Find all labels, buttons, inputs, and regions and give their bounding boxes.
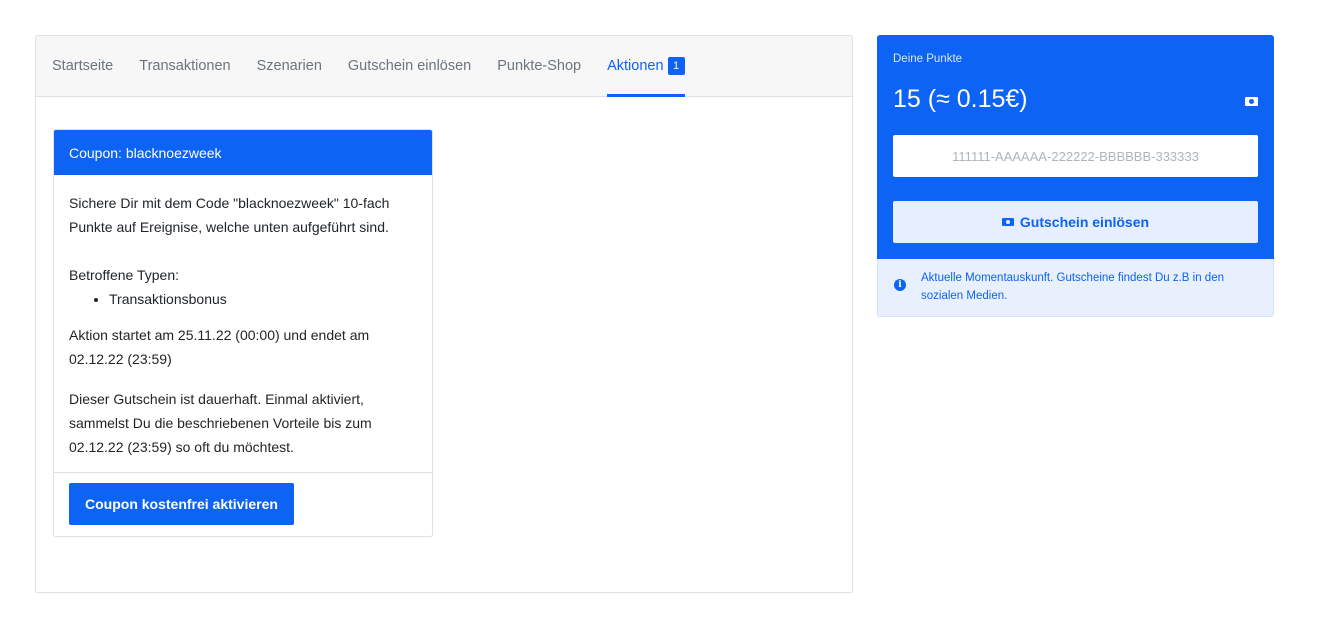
tab-label: Startseite	[52, 58, 114, 74]
redeem-voucher-button[interactable]: Gutschein einlösen	[893, 201, 1258, 243]
coupon-header: Coupon: blacknoezweek	[54, 130, 432, 175]
points-label: Deine Punkte	[893, 53, 963, 65]
tab-transaktionen[interactable]: Transaktionen	[139, 36, 230, 96]
tab-gutschein-einloesen[interactable]: Gutschein einlösen	[348, 36, 471, 96]
tab-label: Gutschein einlösen	[347, 58, 472, 74]
tab-label: Punkte-Shop	[497, 58, 582, 74]
tab-count-badge: 1	[667, 57, 685, 75]
list-item: Transaktionsbonus	[109, 287, 417, 311]
types-list: Transaktionsbonus	[69, 287, 417, 311]
tab-szenarien[interactable]: Szenarien	[257, 36, 322, 96]
tab-punkte-shop[interactable]: Punkte-Shop	[497, 36, 581, 96]
coupon-footer: Coupon kostenfrei aktivieren	[54, 472, 432, 536]
info-box: i Aktuelle Momentauskunft. Gutscheine fi…	[877, 259, 1274, 317]
tab-label: Aktionen	[607, 58, 664, 74]
info-text: Aktuelle Momentauskunft. Gutscheine find…	[921, 272, 1224, 302]
tab-bar: Startseite Transaktionen Szenarien Gutsc…	[36, 36, 852, 97]
tab-label: Transaktionen	[139, 58, 231, 74]
coupon-card: Coupon: blacknoezweek Sichere Dir mit de…	[53, 129, 433, 537]
voucher-code-input[interactable]	[893, 135, 1258, 177]
points-value: 15 (≈ 0.15€)	[893, 85, 1028, 113]
main-card: Startseite Transaktionen Szenarien Gutsc…	[35, 35, 853, 593]
points-card: Deine Punkte 15 (≈ 0.15€) Gutschein einl…	[877, 35, 1274, 259]
types-label: Betroffene Typen:	[69, 267, 180, 283]
tab-aktionen[interactable]: Aktionen 1	[607, 36, 685, 97]
activate-coupon-button[interactable]: Coupon kostenfrei aktivieren	[69, 483, 294, 525]
info-icon: i	[894, 279, 906, 291]
money-icon	[1001, 218, 1014, 226]
coupon-body: Sichere Dir mit dem Code "blacknoezweek"…	[54, 175, 432, 459]
tab-startseite[interactable]: Startseite	[52, 36, 113, 96]
money-icon	[1245, 97, 1258, 106]
coupon-description: Sichere Dir mit dem Code "blacknoezweek"…	[69, 195, 390, 235]
redeem-label: Gutschein einlösen	[1019, 214, 1150, 230]
coupon-permanent-note: Dieser Gutschein ist dauerhaft. Einmal a…	[69, 391, 372, 455]
tab-label: Szenarien	[256, 58, 322, 74]
coupon-dates: Aktion startet am 25.11.22 (00:00) und e…	[69, 327, 370, 367]
